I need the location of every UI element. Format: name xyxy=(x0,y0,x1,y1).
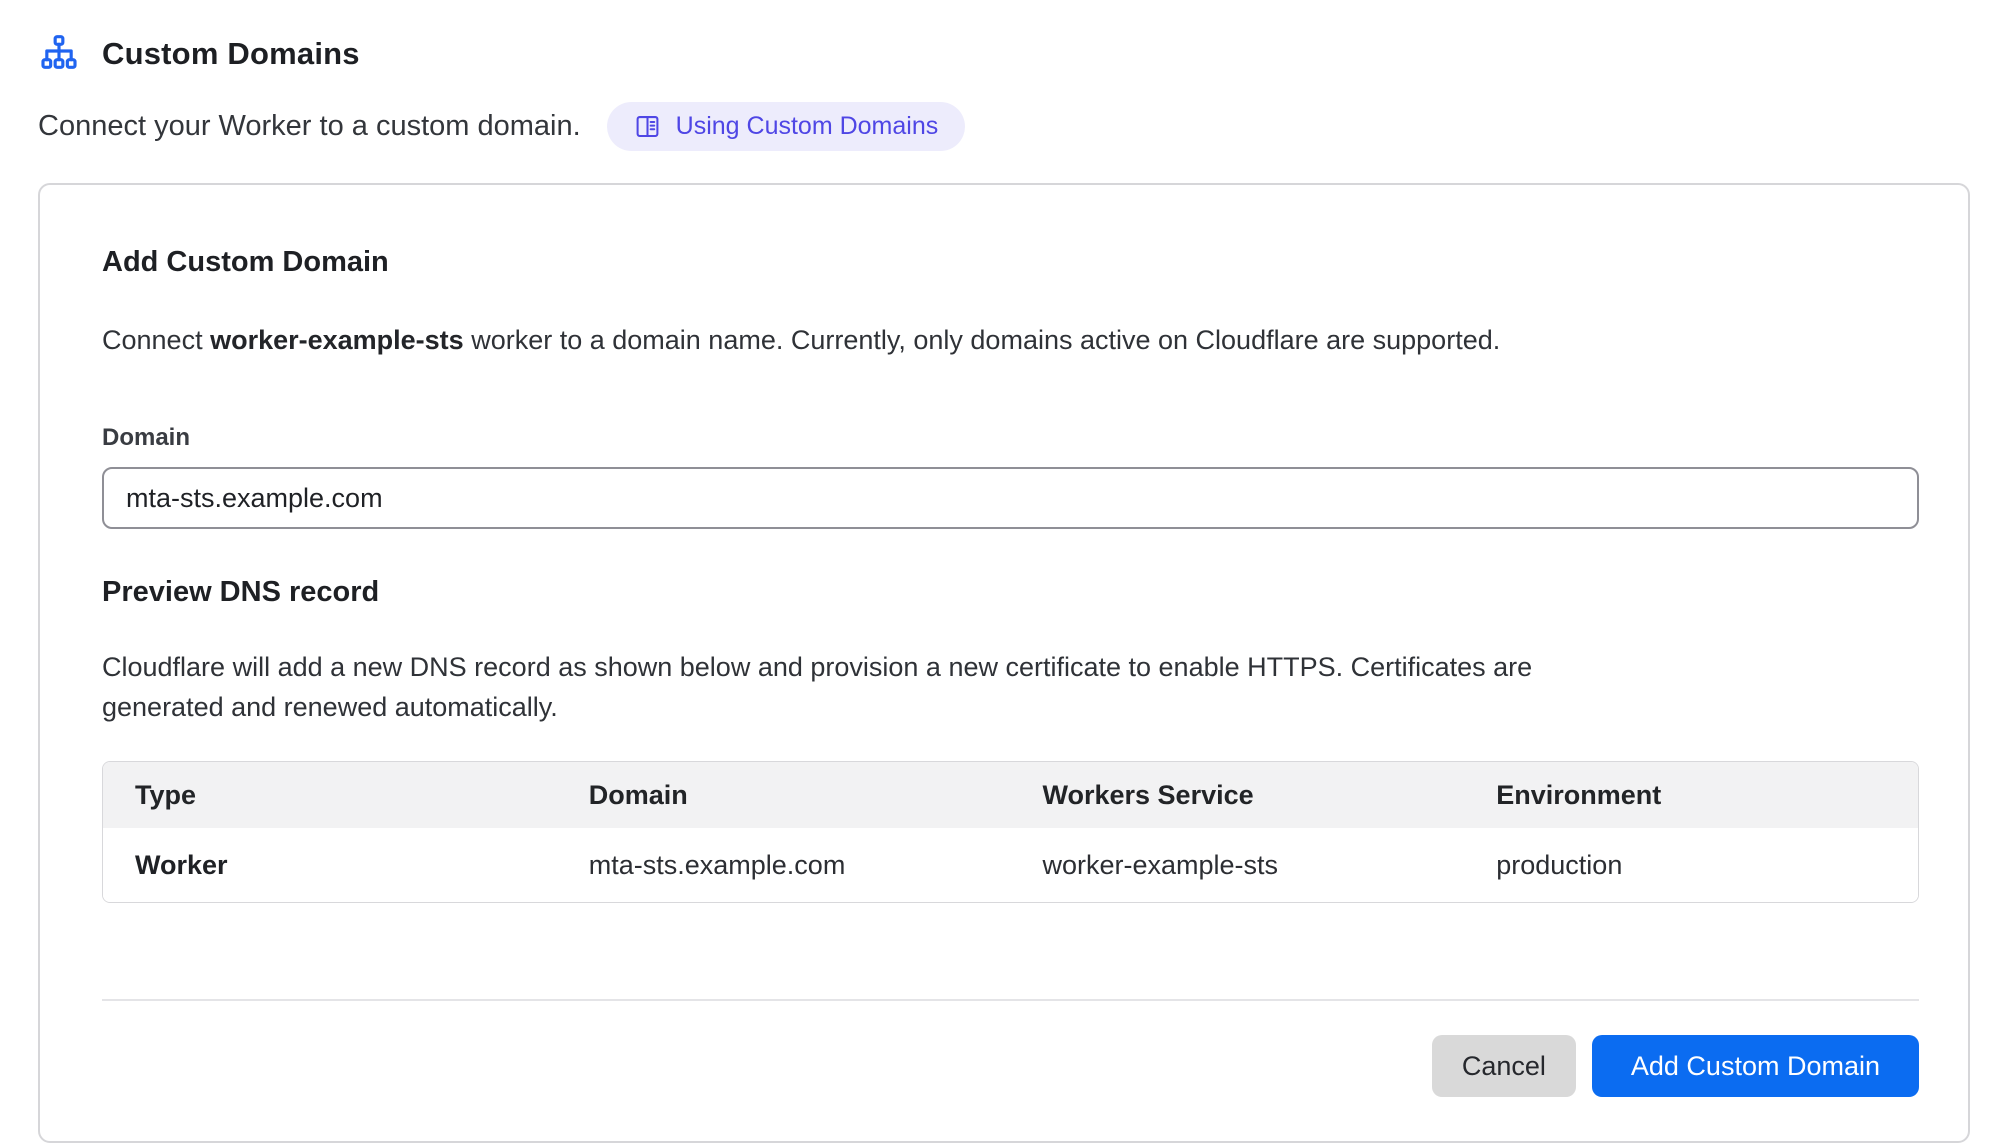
intro-prefix: Connect xyxy=(102,325,210,355)
intro-text: Connect worker-example-sts worker to a d… xyxy=(102,321,1919,359)
table-row: Worker mta-sts.example.com worker-exampl… xyxy=(103,828,1918,902)
column-header-workers-service: Workers Service xyxy=(1011,762,1465,828)
cell-domain: mta-sts.example.com xyxy=(557,828,1011,902)
dns-preview-table: Type Domain Workers Service Environment … xyxy=(102,761,1919,903)
column-header-environment: Environment xyxy=(1464,762,1918,828)
action-buttons: Cancel Add Custom Domain xyxy=(102,1035,1919,1097)
custom-domains-page: Custom Domains Connect your Worker to a … xyxy=(0,0,1999,1148)
using-custom-domains-docs-badge[interactable]: Using Custom Domains xyxy=(607,102,966,151)
page-subtitle: Connect your Worker to a custom domain. xyxy=(38,110,581,143)
column-header-type: Type xyxy=(103,762,557,828)
preview-dns-description: Cloudflare will add a new DNS record as … xyxy=(102,647,1602,727)
docs-badge-label: Using Custom Domains xyxy=(676,112,939,141)
page-title: Custom Domains xyxy=(102,36,360,72)
add-custom-domain-button[interactable]: Add Custom Domain xyxy=(1592,1035,1919,1097)
cancel-button[interactable]: Cancel xyxy=(1432,1035,1576,1097)
cell-type: Worker xyxy=(103,828,557,902)
table-header-row: Type Domain Workers Service Environment xyxy=(103,762,1918,828)
cell-environment: production xyxy=(1464,828,1918,902)
domain-input[interactable] xyxy=(102,467,1919,529)
preview-dns-heading: Preview DNS record xyxy=(102,575,1919,609)
card-heading: Add Custom Domain xyxy=(102,245,1919,279)
worker-name: worker-example-sts xyxy=(210,325,464,355)
footer-divider xyxy=(102,999,1919,1001)
domain-field-label: Domain xyxy=(102,423,1919,453)
cell-workers-service: worker-example-sts xyxy=(1011,828,1465,902)
column-header-domain: Domain xyxy=(557,762,1011,828)
add-custom-domain-card: Add Custom Domain Connect worker-example… xyxy=(38,183,1970,1143)
intro-suffix: worker to a domain name. Currently, only… xyxy=(464,325,1501,355)
sitemap-icon xyxy=(38,34,80,74)
open-book-icon xyxy=(634,113,661,140)
page-header: Custom Domains Connect your Worker to a … xyxy=(0,0,1999,151)
